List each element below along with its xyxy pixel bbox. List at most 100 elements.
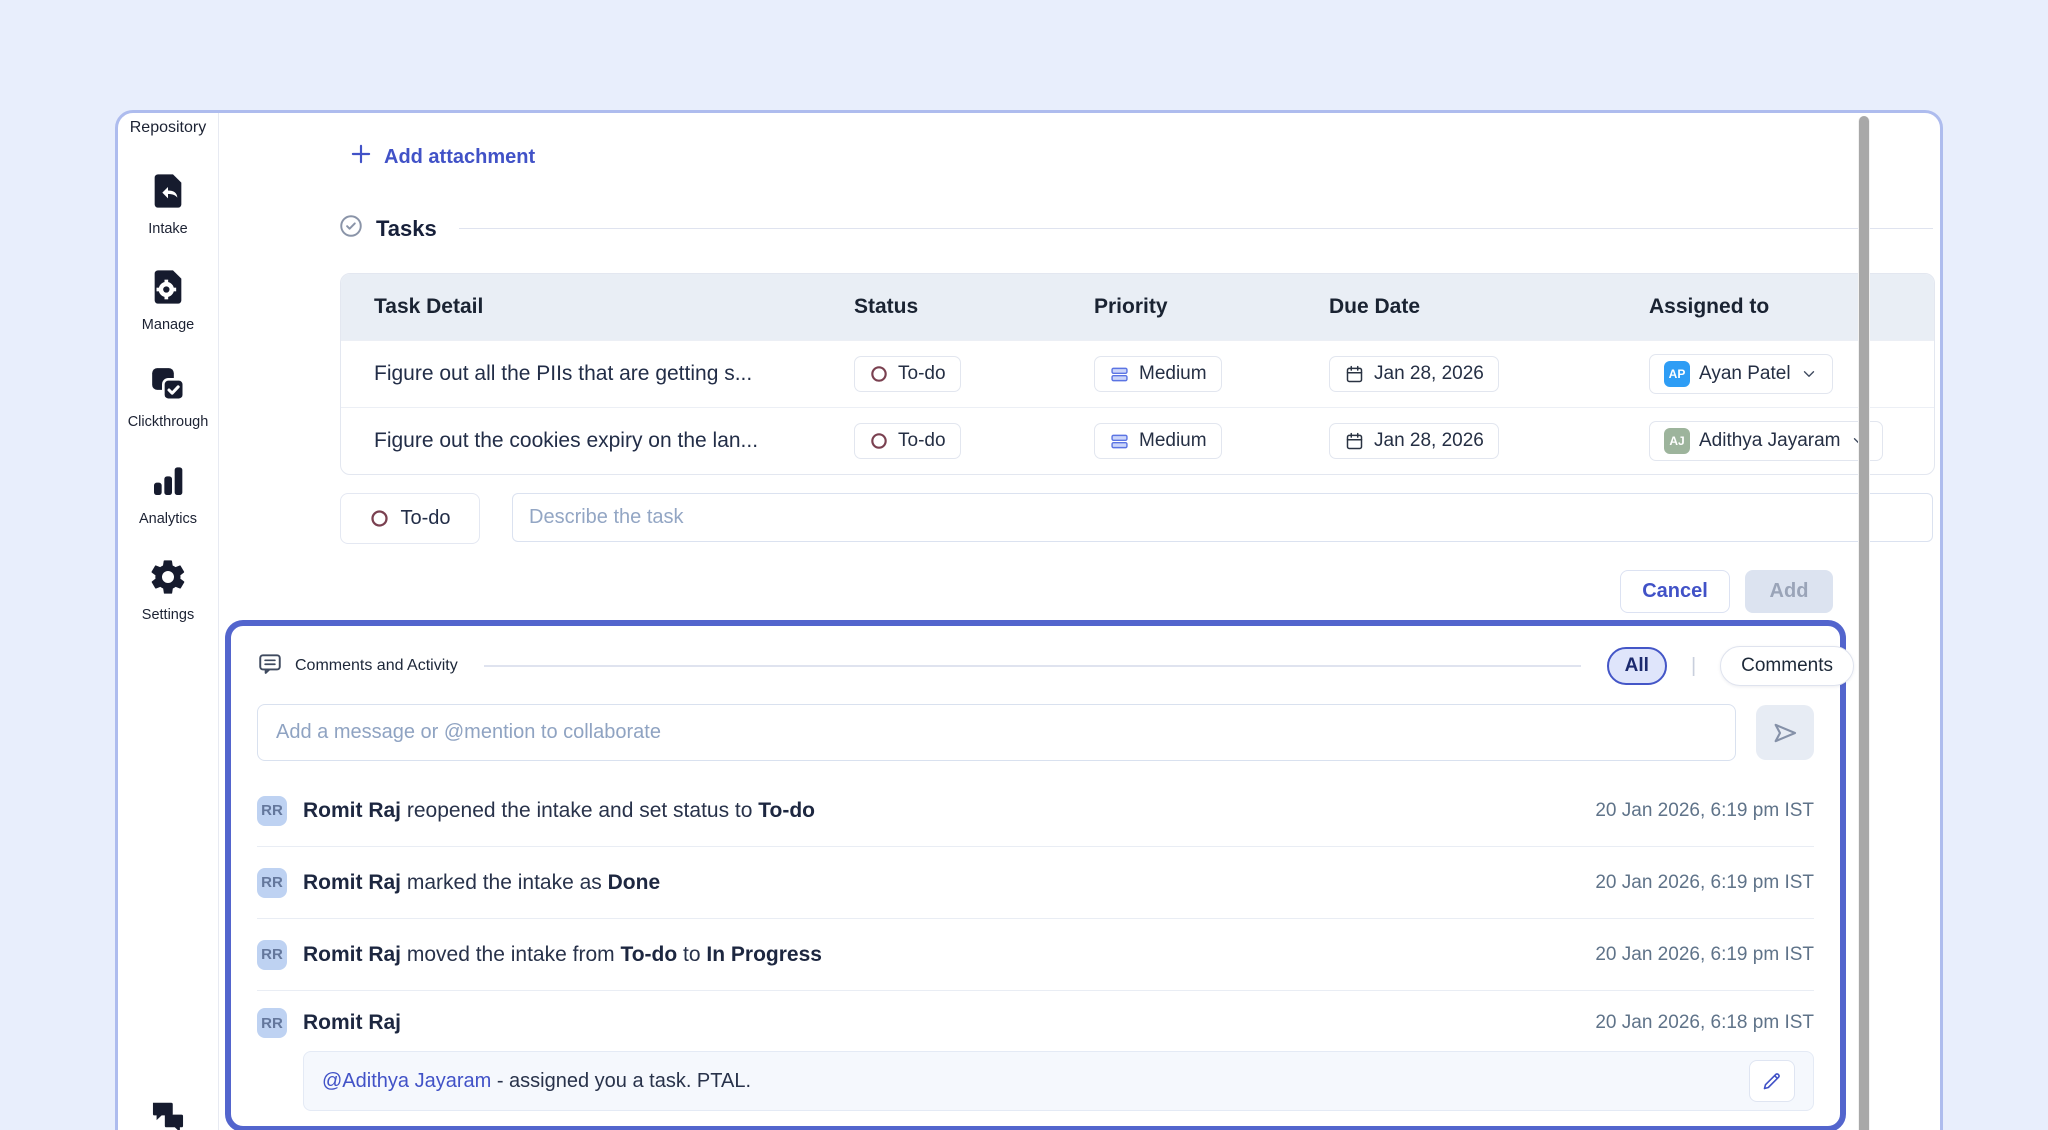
chevron-down-icon (1800, 365, 1818, 383)
due-date-label: Jan 28, 2026 (1374, 430, 1484, 452)
column-header-assigned-to: Assigned to (1649, 295, 1934, 319)
avatar: AP (1664, 361, 1690, 387)
activity-timestamp: 20 Jan 2026, 6:19 pm IST (1595, 872, 1814, 894)
priority-select[interactable]: Medium (1094, 356, 1222, 392)
activity-item: RR Romit Raj marked the intake as Done 2… (257, 847, 1814, 919)
activity-timestamp: 20 Jan 2026, 6:19 pm IST (1595, 944, 1814, 966)
column-header-due-date: Due Date (1329, 295, 1649, 319)
divider (459, 228, 1933, 230)
app-screenshot: Repository Intake Manage Clickthrough (0, 0, 2048, 1130)
sidebar-item-clickthrough[interactable]: Clickthrough (118, 364, 218, 430)
table-row: Figure out all the PIIs that are getting… (341, 340, 1934, 407)
comments-and-activity-panel: Comments and Activity All | Comments RR … (225, 620, 1846, 1130)
comment-body: @Adithya Jayaram - assigned you a task. … (322, 1070, 1749, 1093)
priority-label: Medium (1139, 430, 1207, 452)
sidebar-item-label: Manage (142, 317, 194, 333)
activity-item-header: RR Romit Raj 20 Jan 2026, 6:18 pm IST (257, 999, 1814, 1047)
sidebar-title: Repository (118, 119, 218, 137)
sidebar-item-intake[interactable]: Intake (118, 171, 218, 237)
new-task-status-label: To-do (400, 507, 450, 530)
status-label: To-do (898, 363, 946, 385)
assignee-label: Ayan Patel (1699, 363, 1791, 385)
tasks-table-header: Task Detail Status Priority Due Date Ass… (341, 274, 1934, 340)
send-button[interactable] (1756, 705, 1814, 760)
sidebar-item-settings[interactable]: Settings (118, 557, 218, 623)
vertical-scrollbar (1858, 116, 1870, 1130)
status-select[interactable]: To-do (854, 423, 961, 459)
avatar: RR (257, 868, 287, 898)
avatar: RR (257, 1008, 287, 1038)
scrollbar-thumb[interactable] (1859, 116, 1869, 1130)
activity-timestamp: 20 Jan 2026, 6:18 pm IST (1595, 1012, 1814, 1034)
activity-item-comment: RR Romit Raj 20 Jan 2026, 6:18 pm IST @A… (257, 991, 1814, 1111)
priority-label: Medium (1139, 363, 1207, 385)
manage-icon (148, 267, 188, 312)
activity-text: Romit Raj (303, 1011, 1575, 1035)
filter-separator: | (1691, 655, 1696, 678)
calendar-icon (1344, 431, 1365, 452)
activity-feed: RR Romit Raj reopened the intake and set… (257, 775, 1814, 1111)
sidebar-item-manage[interactable]: Manage (118, 267, 218, 333)
avatar: AJ (1664, 428, 1690, 454)
todo-circle-icon (869, 431, 889, 451)
activity-timestamp: 20 Jan 2026, 6:19 pm IST (1595, 800, 1814, 822)
activity-item: RR Romit Raj moved the intake from To-do… (257, 919, 1814, 991)
cancel-button[interactable]: Cancel (1620, 570, 1730, 613)
sidebar-item-feedback-partial[interactable] (118, 1098, 218, 1130)
column-header-task-detail: Task Detail (341, 295, 854, 319)
comment-input[interactable] (257, 704, 1736, 761)
assignee-select[interactable]: AP Ayan Patel (1649, 354, 1833, 394)
calendar-icon (1344, 364, 1365, 385)
due-date-select[interactable]: Jan 28, 2026 (1329, 356, 1499, 392)
comment-composer (257, 704, 1814, 761)
sidebar-item-analytics[interactable]: Analytics (118, 461, 218, 527)
todo-circle-icon (369, 508, 390, 529)
column-header-priority: Priority (1094, 295, 1329, 319)
comment-bubble-icon (257, 651, 283, 682)
filter-comments-button[interactable]: Comments (1720, 646, 1854, 686)
task-detail-cell: Figure out all the PIIs that are getting… (341, 362, 854, 386)
mention-link[interactable]: @Adithya Jayaram (322, 1070, 491, 1092)
avatar: RR (257, 796, 287, 826)
status-select[interactable]: To-do (854, 356, 961, 392)
add-attachment-label: Add attachment (384, 146, 535, 169)
todo-circle-icon (869, 364, 889, 384)
comments-section-header: Comments and Activity All | Comments (257, 646, 1814, 686)
divider (484, 665, 1581, 667)
avatar: RR (257, 940, 287, 970)
new-task-input[interactable] (512, 493, 1933, 542)
add-button[interactable]: Add (1745, 570, 1833, 613)
settings-icon (148, 557, 188, 602)
due-date-select[interactable]: Jan 28, 2026 (1329, 423, 1499, 459)
column-header-status: Status (854, 295, 1094, 319)
sidebar-item-label: Analytics (139, 511, 197, 527)
tasks-section-title: Tasks (376, 216, 437, 242)
sidebar-item-label: Intake (148, 221, 188, 237)
filter-all-button[interactable]: All (1607, 647, 1667, 685)
activity-text: Romit Raj moved the intake from To-do to… (303, 943, 1575, 967)
plus-icon (348, 141, 374, 173)
comment-card: @Adithya Jayaram - assigned you a task. … (303, 1051, 1814, 1111)
intake-icon (148, 171, 188, 216)
activity-item: RR Romit Raj reopened the intake and set… (257, 775, 1814, 847)
activity-text: Romit Raj reopened the intake and set st… (303, 799, 1575, 823)
priority-select[interactable]: Medium (1094, 423, 1222, 459)
tasks-check-icon (338, 213, 364, 244)
app-window: Repository Intake Manage Clickthrough (115, 110, 1943, 1130)
chat-bubbles-icon (149, 1098, 187, 1130)
sidebar: Repository Intake Manage Clickthrough (118, 113, 219, 1130)
edit-comment-button[interactable] (1749, 1060, 1795, 1102)
comments-section-title: Comments and Activity (295, 657, 458, 675)
table-row: Figure out the cookies expiry on the lan… (341, 407, 1934, 474)
add-attachment-button[interactable]: Add attachment (348, 141, 535, 173)
task-detail-cell: Figure out the cookies expiry on the lan… (341, 429, 854, 453)
assignee-label: Adithya Jayaram (1699, 430, 1841, 452)
assignee-select[interactable]: AJ Adithya Jayaram (1649, 421, 1883, 461)
due-date-label: Jan 28, 2026 (1374, 363, 1484, 385)
sidebar-item-label: Clickthrough (128, 414, 209, 430)
tasks-section-header: Tasks (338, 213, 1933, 244)
pencil-icon (1760, 1069, 1784, 1093)
clickthrough-icon (148, 364, 188, 409)
priority-medium-icon (1109, 431, 1130, 452)
new-task-status-select[interactable]: To-do (340, 493, 480, 544)
